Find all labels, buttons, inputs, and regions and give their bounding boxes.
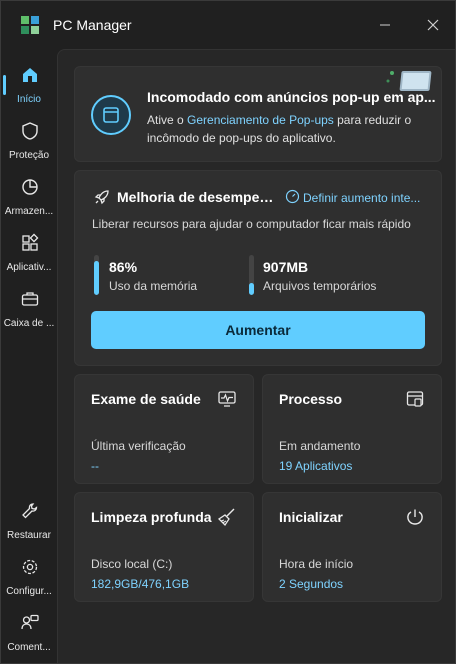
temp-files-label: Arquivos temporários xyxy=(263,279,377,293)
close-button[interactable] xyxy=(419,11,447,39)
temp-files-value: 907MB xyxy=(263,259,309,275)
sidebar-item-home[interactable]: Início xyxy=(1,57,57,113)
sidebar: Início Proteção Armazen... Aplicativ... xyxy=(1,49,57,663)
popup-window-icon xyxy=(91,95,131,135)
tile-value: -- xyxy=(91,459,99,473)
startup-tile[interactable]: Inicializar Hora de início 2 Segundos xyxy=(262,492,442,602)
promo-title: Incomodado com anúncios pop-up em ap... xyxy=(147,89,436,105)
tile-title: Inicializar xyxy=(279,509,343,525)
sidebar-item-toolbox[interactable]: Caixa de ... xyxy=(1,281,57,337)
deep-cleanup-tile[interactable]: Limpeza profunda Disco local (C:) 182,9G… xyxy=(74,492,254,602)
memory-meter-fill xyxy=(94,261,99,295)
process-window-icon xyxy=(406,391,424,407)
tile-label: Disco local (C:) xyxy=(91,557,173,571)
promo-text: Ative o Gerenciamento de Pop-ups para re… xyxy=(147,111,437,147)
sidebar-item-label: Armazen... xyxy=(4,206,54,217)
apps-icon xyxy=(22,233,39,251)
memory-value: 86% xyxy=(109,259,138,275)
sidebar-item-protection[interactable]: Proteção xyxy=(1,113,57,169)
tile-title: Exame de saúde xyxy=(91,391,201,407)
app-window: PC Manager Início Proteção Armazen... Ap… xyxy=(0,0,456,664)
temp-files-meter xyxy=(249,255,254,295)
tile-value: 2 Segundos xyxy=(279,577,344,591)
main-content: Incomodado com anúncios pop-up em ap... … xyxy=(57,49,455,663)
tile-label: Última verificação xyxy=(91,439,186,453)
gear-icon xyxy=(22,559,38,575)
shield-icon xyxy=(22,122,38,140)
performance-subtitle: Liberar recursos para ajudar o computado… xyxy=(92,217,411,231)
sidebar-item-label: Caixa de ... xyxy=(3,318,55,329)
sidebar-item-restore[interactable]: Restaurar xyxy=(1,493,57,549)
process-tile[interactable]: Processo Em andamento 19 Aplicativos xyxy=(262,374,442,484)
pie-chart-icon xyxy=(22,179,38,195)
minimize-button[interactable] xyxy=(371,11,399,39)
active-indicator xyxy=(3,75,6,95)
toolbox-icon xyxy=(21,292,39,306)
sidebar-item-label: Início xyxy=(17,94,41,105)
sidebar-item-label: Configur... xyxy=(6,586,52,597)
power-icon xyxy=(407,509,423,525)
sidebar-item-settings[interactable]: Configur... xyxy=(1,549,57,605)
performance-title: Melhoria de desempen... xyxy=(117,189,277,205)
sidebar-item-label: Coment... xyxy=(7,642,51,653)
tile-label: Em andamento xyxy=(279,439,361,453)
promo-text-before: Ative o xyxy=(147,113,188,127)
tile-value: 19 Aplicativos xyxy=(279,459,353,473)
speedometer-icon xyxy=(285,189,300,204)
sidebar-item-apps[interactable]: Aplicativ... xyxy=(1,225,57,281)
sidebar-item-feedback[interactable]: Coment... xyxy=(1,605,57,661)
smart-boost-link[interactable]: Definir aumento inte... xyxy=(303,191,437,205)
minimize-icon xyxy=(380,24,390,26)
sidebar-item-storage[interactable]: Armazen... xyxy=(1,169,57,225)
rocket-icon xyxy=(94,190,109,205)
health-monitor-icon xyxy=(218,391,236,407)
health-check-tile[interactable]: Exame de saúde Última verificação -- xyxy=(74,374,254,484)
broom-icon xyxy=(217,508,235,527)
feedback-icon xyxy=(21,614,39,630)
popup-promo-card[interactable]: Incomodado com anúncios pop-up em ap... … xyxy=(74,66,442,162)
tile-title: Limpeza profunda xyxy=(91,509,212,525)
tile-value: 182,9GB/476,1GB xyxy=(91,577,190,591)
wrench-icon xyxy=(22,503,38,519)
tile-label: Hora de início xyxy=(279,557,354,571)
home-icon xyxy=(23,68,37,82)
app-logo-icon xyxy=(21,16,39,34)
boost-button[interactable]: Aumentar xyxy=(91,311,425,349)
sidebar-item-label: Proteção xyxy=(8,150,50,161)
memory-meter xyxy=(94,255,99,295)
close-icon xyxy=(427,19,439,31)
tile-title: Processo xyxy=(279,391,343,407)
popup-manager-link[interactable]: Gerenciamento de Pop-ups xyxy=(187,113,334,127)
memory-label: Uso da memória xyxy=(109,279,198,293)
app-title: PC Manager xyxy=(53,17,132,33)
temp-files-meter-fill xyxy=(249,283,254,295)
sidebar-item-label: Aplicativ... xyxy=(6,262,52,273)
performance-card: Melhoria de desempen... Definir aumento … xyxy=(74,170,442,366)
sidebar-item-label: Restaurar xyxy=(7,530,51,541)
title-bar: PC Manager xyxy=(1,1,455,49)
